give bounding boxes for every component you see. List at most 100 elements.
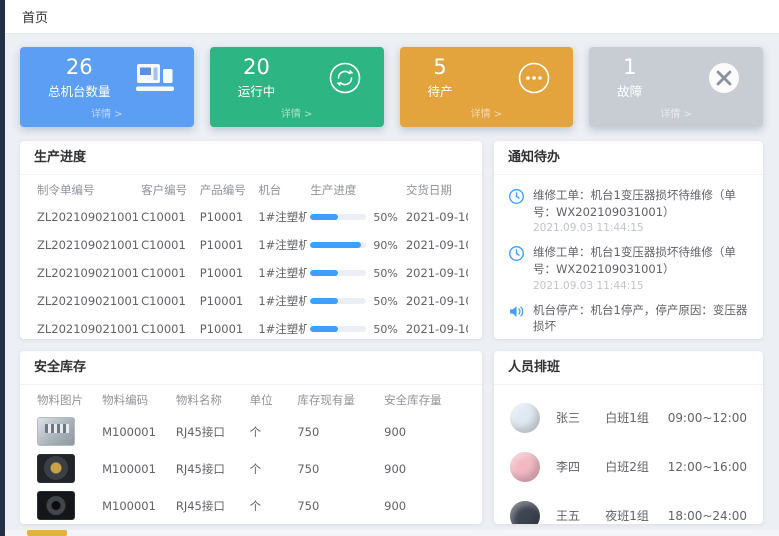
- stat-card-total-machines[interactable]: 26 总机台数量 详情 >: [20, 47, 194, 127]
- material-image: [37, 454, 75, 483]
- safety-qty-cell: 900: [381, 487, 468, 524]
- column-header-progress: 生产进度: [307, 175, 402, 203]
- clock-icon: [508, 188, 525, 205]
- material-name-cell: RJ45接口: [173, 450, 247, 487]
- stock-qty-cell: 750: [294, 450, 381, 487]
- horizontal-scrollbar: [5, 530, 779, 536]
- notice-body: 机台停产：机台1停产，停产原因：变压器损坏: [533, 302, 749, 335]
- material-image-cell: [34, 487, 99, 524]
- product-no-cell: P10001: [197, 231, 256, 259]
- avatar: [510, 501, 540, 525]
- main-area: 首页 26 总机台数量 详情 >: [5, 0, 779, 536]
- inventory-table-row[interactable]: M100001 RJ45接口 个 750 900: [34, 450, 468, 487]
- stat-detail-link[interactable]: 详情 >: [30, 105, 184, 120]
- panel-grid: 生产进度 制令单编号 客户编号 产品编号 机台 生产进度: [20, 141, 763, 524]
- progress-track: [310, 270, 366, 276]
- customer-no-cell: C10001: [138, 287, 197, 315]
- safety-qty-cell: 900: [381, 450, 468, 487]
- production-table: 制令单编号 客户编号 产品编号 机台 生产进度 交货日期: [34, 175, 468, 339]
- progress-fill: [310, 326, 338, 332]
- stat-card-text: 5 待产: [428, 56, 453, 100]
- horizontal-scrollbar-thumb[interactable]: [27, 530, 67, 536]
- machine-cell: 1#注塑机: [255, 315, 307, 339]
- stat-card-running[interactable]: 20 运行中 详情 >: [210, 47, 384, 127]
- avatar: [510, 403, 540, 433]
- column-header-machine: 机台: [255, 175, 307, 203]
- stat-detail-link[interactable]: 详情 >: [220, 105, 374, 120]
- progress-bar: 50%: [310, 211, 399, 224]
- notice-body: 维修工单：机台1变压器损坏待维修（单号：WX202109031001） 2021…: [533, 187, 749, 234]
- material-name-cell: RJ45接口: [173, 487, 247, 524]
- inventory-table: 物料图片 物料编码 物料名称 单位 库存现有量 安全库存量: [34, 385, 468, 524]
- staff-row[interactable]: 李四 白班2组 12:00~16:00: [510, 442, 747, 491]
- delivery-date-cell: 2021-09-10: [403, 259, 468, 287]
- column-header-product: 产品编号: [197, 175, 256, 203]
- staff-time: 18:00~24:00: [668, 509, 747, 523]
- delivery-date-cell: 2021-09-10: [403, 287, 468, 315]
- inventory-table-row[interactable]: M100001 RJ45接口 个 750 900: [34, 413, 468, 450]
- speaker-icon: [508, 303, 525, 320]
- panel-title-inventory: 安全库存: [20, 351, 482, 385]
- column-header-stock: 库存现有量: [294, 385, 381, 413]
- staff-shift: 夜班1组: [605, 507, 668, 524]
- material-image-cell: [34, 450, 99, 487]
- machine-cell: 1#注塑机: [255, 259, 307, 287]
- staff-row[interactable]: 王五 夜班1组 18:00~24:00: [510, 491, 747, 524]
- material-code-cell: M100001: [99, 413, 173, 450]
- panel-title-notices: 通知待办: [494, 141, 763, 175]
- stat-card-top: 5 待产: [410, 56, 564, 100]
- machine-cell: 1#注塑机: [255, 203, 307, 231]
- progress-label: 50%: [373, 295, 397, 308]
- notice-item[interactable]: 机台停产：机台1停产，停产原因：变压器损坏: [506, 297, 751, 339]
- progress-label: 50%: [373, 267, 397, 280]
- column-header-code: 物料编码: [99, 385, 173, 413]
- stat-card-top: 1 故障: [599, 56, 753, 100]
- production-table-row[interactable]: ZL202109021001 C10001 P10001 1#注塑机: [34, 315, 468, 339]
- stat-detail-link[interactable]: 详情 >: [410, 105, 564, 120]
- progress-label: 50%: [373, 323, 397, 336]
- order-no-cell: ZL202109021001: [34, 287, 138, 315]
- inventory-header-row: 物料图片 物料编码 物料名称 单位 库存现有量 安全库存量: [34, 385, 468, 413]
- production-table-row[interactable]: ZL202109021001 C10001 P10001 1#注塑机: [34, 231, 468, 259]
- material-image: [37, 417, 75, 446]
- staff-row[interactable]: 张三 白班1组 09:00~12:00: [510, 393, 747, 442]
- column-header-image: 物料图片: [34, 385, 99, 413]
- inventory-table-row[interactable]: M100001 RJ45接口 个 750 900: [34, 487, 468, 524]
- production-table-row[interactable]: ZL202109021001 C10001 P10001 1#注塑机: [34, 287, 468, 315]
- product-no-cell: P10001: [197, 287, 256, 315]
- stat-card-text: 20 运行中: [238, 56, 276, 100]
- stat-detail-link[interactable]: 详情 >: [599, 105, 753, 120]
- order-no-cell: ZL202109021001: [34, 203, 138, 231]
- stat-card-fault[interactable]: 1 故障 详情 >: [589, 47, 763, 127]
- production-table-row[interactable]: ZL202109021001 C10001 P10001 1#注塑机: [34, 203, 468, 231]
- staff-panel: 人员排班 张三 白班1组 09:00~12:00: [494, 351, 763, 524]
- stat-value: 26: [48, 56, 111, 78]
- avatar: [510, 452, 540, 482]
- breadcrumb-home[interactable]: 首页: [22, 7, 48, 26]
- panel-title-staff: 人员排班: [494, 351, 763, 385]
- stat-card-text: 26 总机台数量: [48, 56, 111, 100]
- stat-card-top: 26 总机台数量: [30, 56, 184, 100]
- notice-item[interactable]: 维修工单：机台1变压器损坏待维修（单号：WX202109031001） 2021…: [506, 182, 751, 239]
- notice-item[interactable]: 维修工单：机台1变压器损坏待维修（单号：WX202109031001） 2021…: [506, 239, 751, 296]
- progress-track: [310, 214, 366, 220]
- progress-fill: [310, 270, 338, 276]
- production-table-row[interactable]: ZL202109021001 C10001 P10001 1#注塑机: [34, 259, 468, 287]
- material-image-cell: [34, 413, 99, 450]
- product-no-cell: P10001: [197, 315, 256, 339]
- progress-cell: 50%: [307, 287, 402, 315]
- machine-cell: 1#注塑机: [255, 287, 307, 315]
- stat-card-standby[interactable]: 5 待产 详情 >: [400, 47, 574, 127]
- progress-bar: 90%: [310, 239, 399, 252]
- progress-label: 50%: [373, 211, 397, 224]
- product-no-cell: P10001: [197, 259, 256, 287]
- fault-icon: [705, 60, 743, 96]
- progress-fill: [310, 242, 360, 248]
- column-header-safety: 安全库存量: [381, 385, 468, 413]
- stat-card-text: 1 故障: [617, 56, 642, 100]
- material-image: [37, 491, 75, 520]
- notice-text: 维修工单：机台1变压器损坏待维修（单号：WX202109031001）: [533, 187, 749, 220]
- customer-no-cell: C10001: [138, 231, 197, 259]
- stat-value: 5: [428, 56, 453, 78]
- staff-time: 09:00~12:00: [668, 411, 747, 425]
